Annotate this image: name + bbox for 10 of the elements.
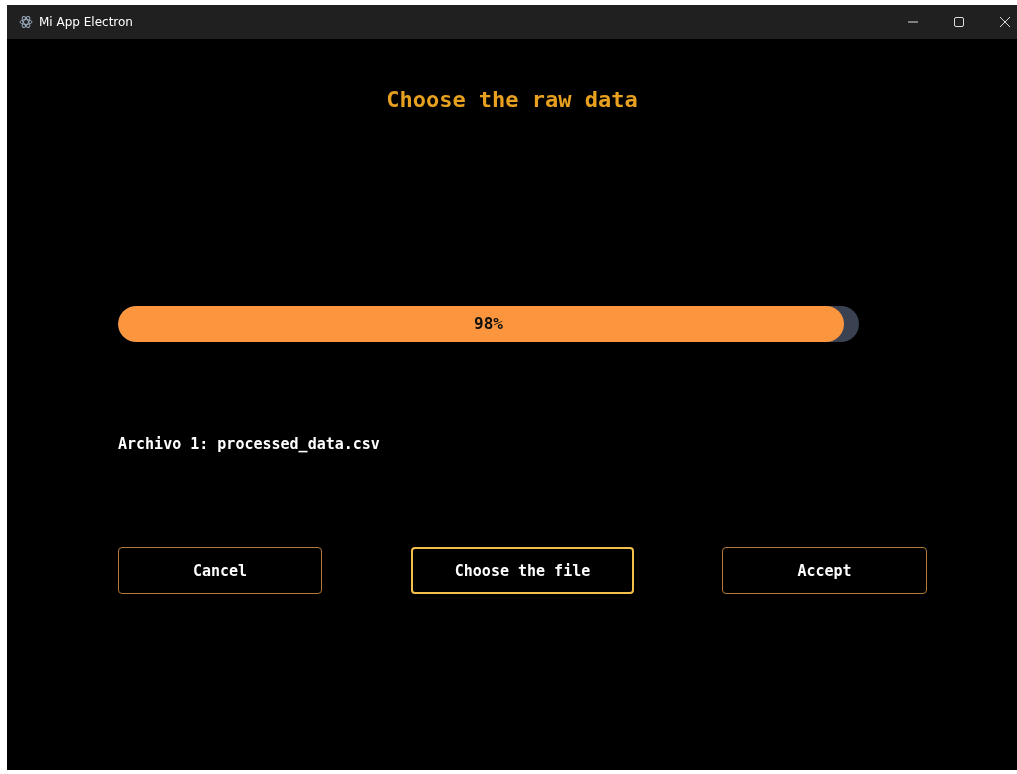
action-button[interactable]: Cancel — [118, 547, 322, 594]
page-heading: Choose the raw data — [385, 87, 639, 112]
action-button[interactable]: Accept — [722, 547, 927, 594]
file-name-text: Archivo 1: processed_data.csv — [118, 435, 381, 453]
action-button[interactable]: Choose the file — [411, 547, 634, 594]
close-icon[interactable] — [999, 16, 1011, 28]
atom-icon — [19, 15, 33, 29]
window-title: Mi App Electron — [39, 15, 133, 29]
progress-label: 98% — [473, 313, 504, 335]
maximize-icon[interactable] — [953, 16, 965, 28]
